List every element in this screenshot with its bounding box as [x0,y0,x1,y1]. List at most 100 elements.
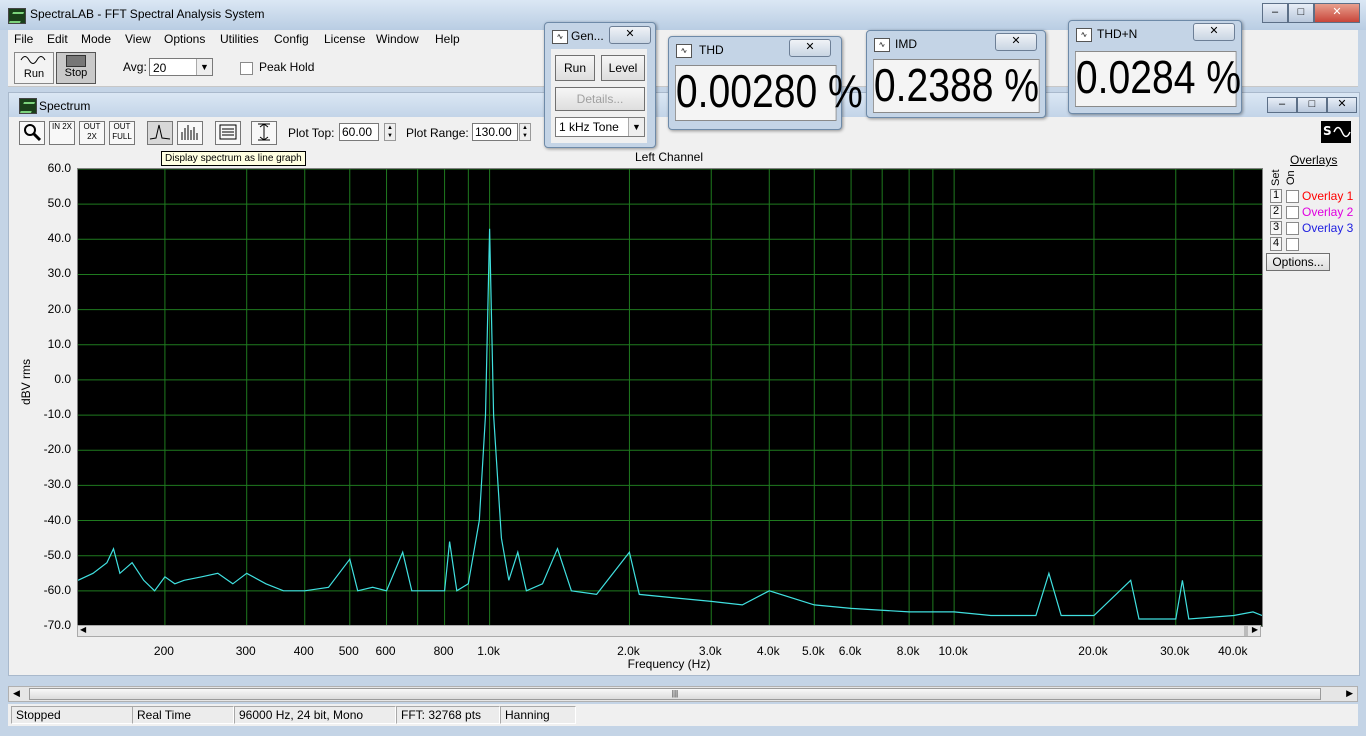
main-scroll-thumb[interactable]: ||| [29,688,1321,700]
window-title: SpectraLAB - FFT Spectral Analysis Syste… [30,7,265,21]
overlay-on-checkbox[interactable] [1286,222,1299,235]
main-scroll-right-icon[interactable]: ▶ [1346,688,1353,699]
generator-run-button[interactable]: Run [555,55,595,81]
spectrum-plot[interactable] [77,168,1263,627]
menu-file[interactable]: File [14,32,33,46]
menu-edit[interactable]: Edit [47,32,68,46]
generator-details-button[interactable]: Details... [555,87,645,111]
x-axis-label: Frequency (Hz) [627,657,711,671]
plot-top-spinner[interactable]: ▲ ▼ [384,123,396,141]
minimize-button[interactable]: – [1262,3,1288,23]
overlay-options-button[interactable]: Options... [1266,253,1330,271]
y-tick-label: -60.0 [43,582,71,597]
overlay-set-button[interactable]: 3 [1270,221,1282,235]
thd-icon: ∿ [676,44,692,58]
line-graph-icon[interactable] [147,121,173,145]
spectrum-window: Spectrum – □ ✕ IN 2X OUT 2X OUT FULL Plo… [8,92,1360,676]
thd-title: THD [699,43,724,57]
stop-button-label: Stop [64,67,88,79]
imd-close-button[interactable]: ✕ [995,33,1037,51]
chart-title: Left Channel [634,150,704,164]
generator-level-button[interactable]: Level [601,55,645,81]
imd-icon: ∿ [874,38,890,52]
chevron-down-icon: ▼ [628,118,644,136]
zoom-icon[interactable] [19,121,45,145]
avg-value: 20 [153,61,167,75]
chevron-down-icon: ▼ [196,59,212,75]
overlay-set-button[interactable]: 1 [1270,189,1282,203]
x-tick-label: 10.0k [938,644,968,658]
menu-view[interactable]: View [125,32,151,46]
overlay-on-checkbox[interactable] [1286,190,1299,203]
spectrum-close-button[interactable]: ✕ [1327,97,1357,113]
stop-square-icon [66,55,86,67]
y-tick-label: -30.0 [43,477,71,492]
spectrum-minimize-button[interactable]: – [1267,97,1297,113]
zoom-out-2x-icon[interactable]: OUT 2X [79,121,105,145]
menu-options[interactable]: Options [164,32,205,46]
overlay-set-button[interactable]: 4 [1270,237,1282,251]
generator-title: Gen... [571,29,604,43]
stop-button[interactable]: Stop [56,52,96,84]
plot-scrollbar[interactable]: ◀ ▶ [77,625,1261,637]
overlay-on-checkbox[interactable] [1286,206,1299,219]
plot-range-input[interactable] [472,123,518,141]
y-tick-label: -40.0 [43,512,71,527]
overlay-set-button[interactable]: 2 [1270,205,1282,219]
x-tick-label: 800 [433,644,454,658]
thd-value: 0.00280 % [675,65,863,121]
thd-close-button[interactable]: ✕ [789,39,831,57]
menu-utilities[interactable]: Utilities [220,32,259,46]
thdn-icon: ∿ [1076,28,1092,42]
overlay-row: 1 Overlay 1 [1270,189,1362,203]
generator-tone-select[interactable]: 1 kHz Tone ▼ [555,117,645,137]
x-tick-label: 3.0k [698,644,722,658]
run-button-label: Run [23,68,45,80]
zoom-in-2x-icon[interactable]: IN 2X [49,121,75,145]
avg-select[interactable]: 20 ▼ [149,58,213,76]
thdn-title: THD+N [1097,27,1138,41]
x-tick-label: 600 [375,644,396,658]
main-scroll-left-icon[interactable]: ◀ [13,688,20,699]
main-scrollbar[interactable]: ◀ ||| ▶ [8,686,1358,702]
y-tick-label: -20.0 [43,442,71,457]
zoom-out-full-icon[interactable]: OUT FULL [109,121,135,145]
bar-graph-icon[interactable] [177,121,203,145]
spectrum-maximize-button[interactable]: □ [1297,97,1327,113]
close-button[interactable]: ✕ [1314,3,1360,23]
overlay-on-checkbox[interactable] [1286,238,1299,251]
menu-window[interactable]: Window [376,32,419,46]
menu-mode[interactable]: Mode [81,32,111,46]
overlay-row: 4 [1270,237,1362,251]
peak-hold-label: Peak Hold [259,60,315,74]
avg-label: Avg: [123,60,147,74]
y-tick-label: 0.0 [54,371,71,386]
generator-icon: ∿ [552,30,568,44]
overlays-title: Overlays [1290,153,1338,167]
scroll-left-icon[interactable]: ◀ [80,625,86,634]
overlay-on-header: On [1285,154,1297,185]
overlay-label: Overlay 2 [1302,205,1354,219]
y-tick-label: -50.0 [43,547,71,562]
maximize-button[interactable]: □ [1288,3,1314,23]
generator-close-button[interactable]: ✕ [609,26,651,44]
x-tick-label: 30.0k [1160,644,1190,658]
thd-window: ∿ THD ✕ 0.00280 % [668,36,863,130]
menu-license[interactable]: License [324,32,365,46]
scroll-right-icon[interactable]: ▶ [1252,625,1258,634]
spectrum-icon [19,98,37,114]
overlay-row: 3 Overlay 3 [1270,221,1362,235]
table-icon[interactable] [215,121,241,145]
peak-hold-checkbox[interactable] [240,62,253,75]
run-button[interactable]: Run [14,52,54,84]
plot-scroll-thumb[interactable] [1244,626,1248,636]
overlay-label: Overlay 1 [1302,189,1354,203]
plot-top-input[interactable] [339,123,379,141]
auto-scale-icon[interactable] [251,121,277,145]
spectrum-title: Spectrum [39,99,91,113]
plot-range-spinner[interactable]: ▲ ▼ [519,123,531,141]
thdn-close-button[interactable]: ✕ [1193,23,1235,41]
menu-config[interactable]: Config [274,32,309,46]
menu-help[interactable]: Help [435,32,460,46]
y-tick-label: 20.0 [47,301,71,316]
